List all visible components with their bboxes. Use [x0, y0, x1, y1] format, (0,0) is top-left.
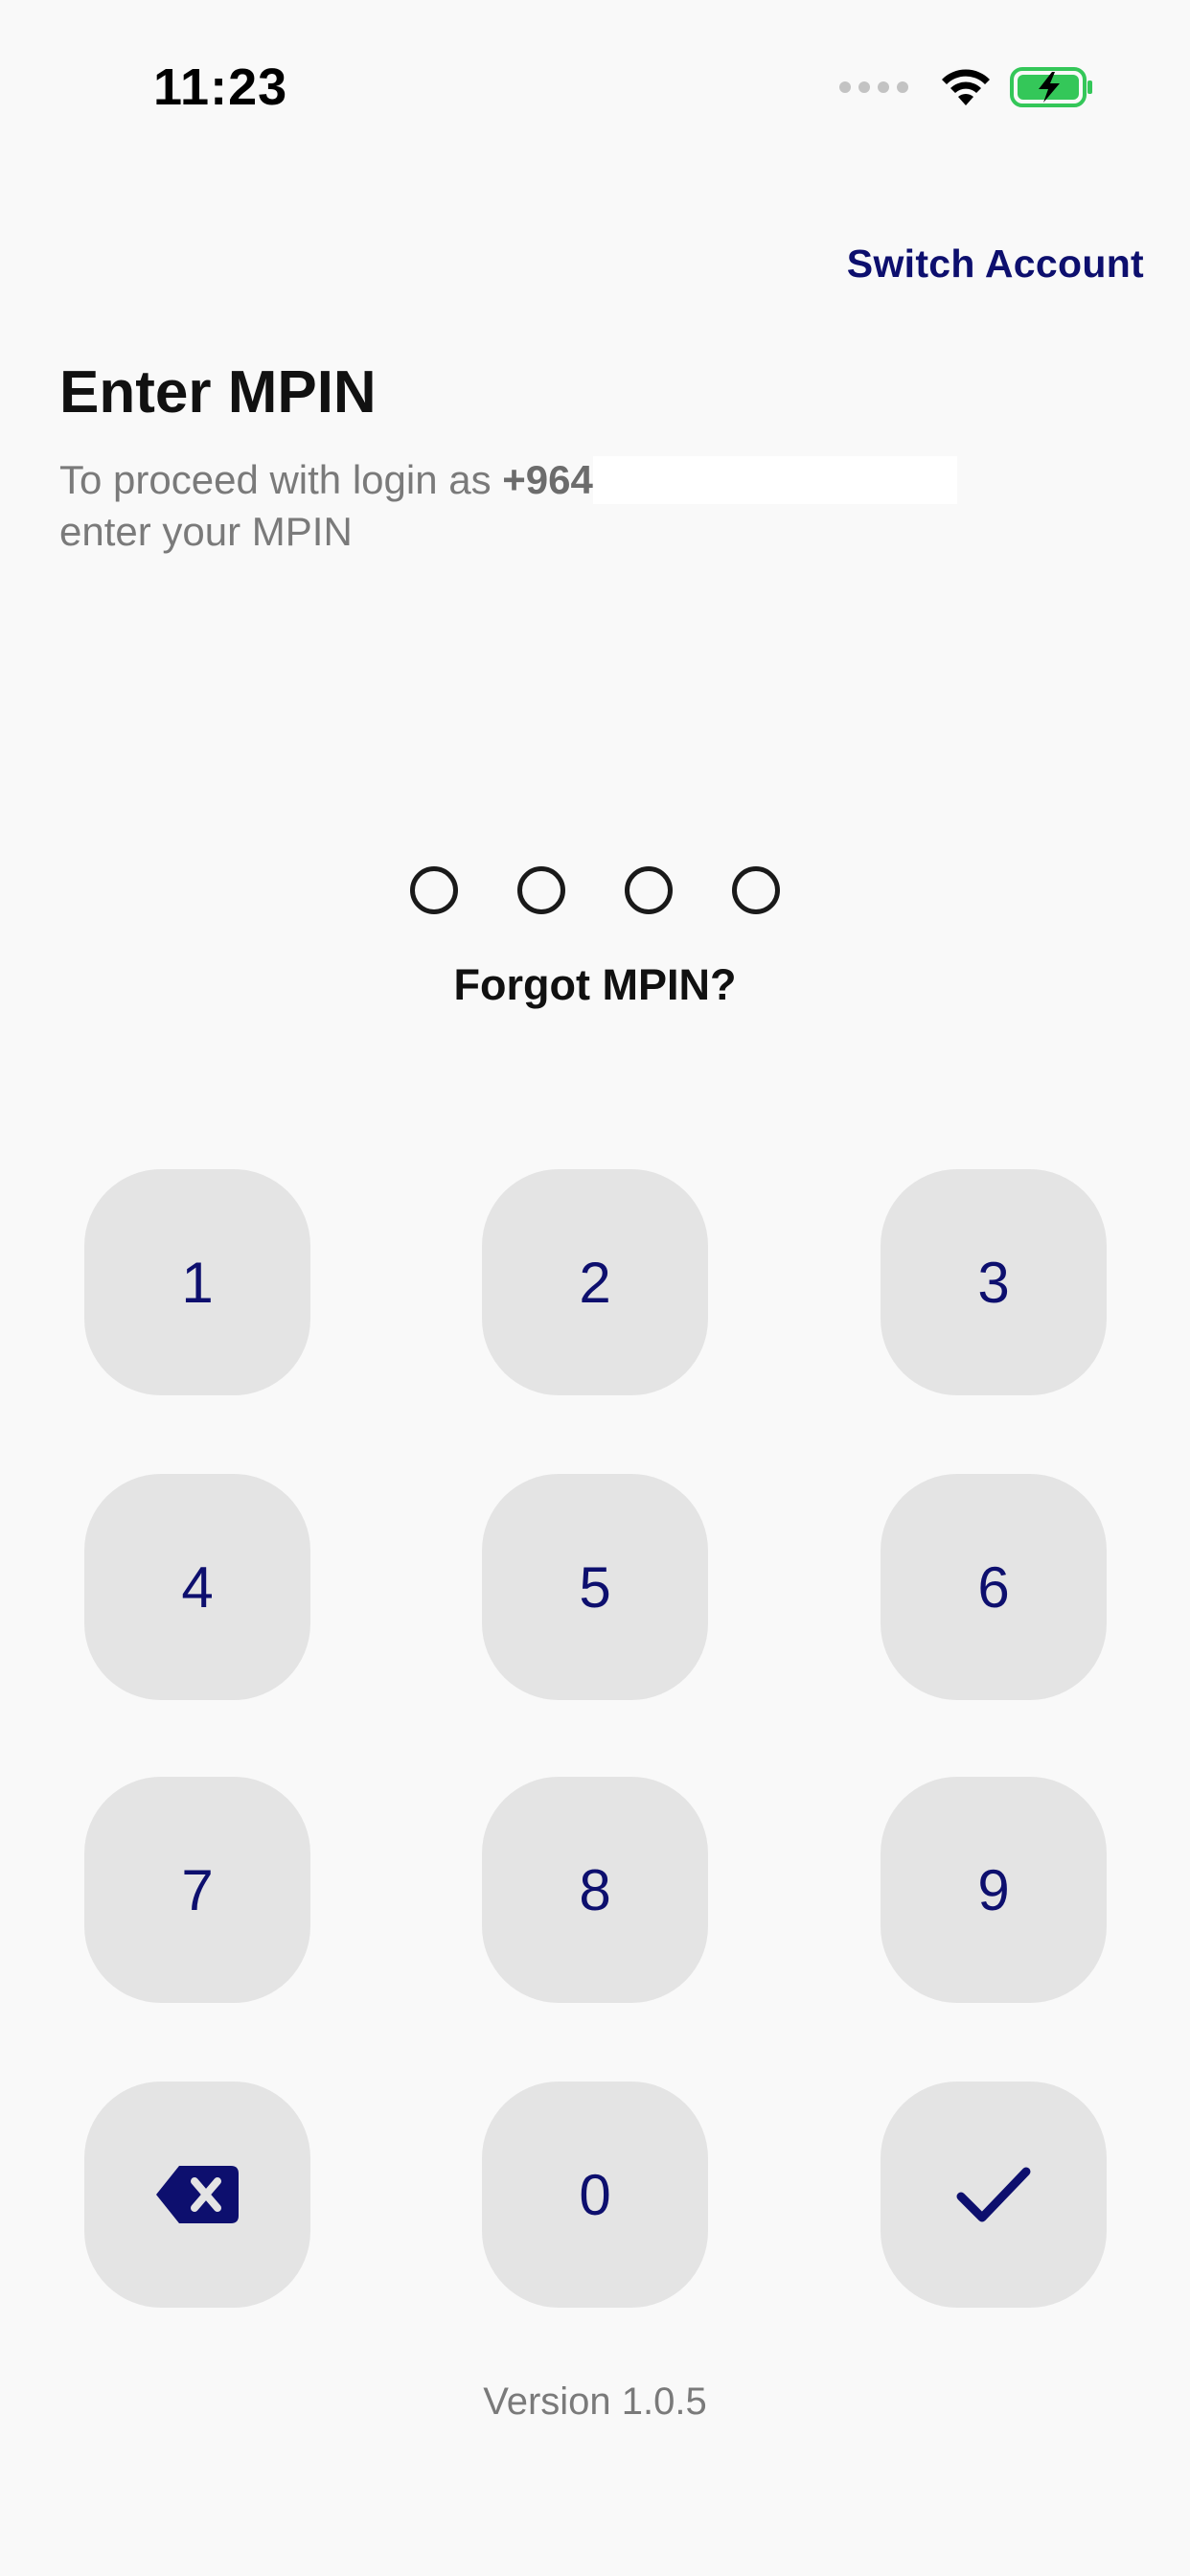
status-time: 11:23 [153, 58, 288, 116]
login-subtitle: To proceed with login as +964 enter your… [59, 454, 1018, 558]
pin-dot-empty [625, 866, 673, 914]
switch-account-link[interactable]: Switch Account [847, 242, 1144, 287]
subtitle-suffix: enter your MPIN [59, 509, 353, 554]
app-version: Version 1.0.5 [483, 2380, 707, 2423]
pin-indicator [0, 866, 1190, 914]
key-2[interactable]: 2 [482, 1169, 708, 1395]
mpin-screen: 11:23 Switch Account Enter MPIN To proce… [0, 0, 1190, 2576]
pin-dot-empty [732, 866, 780, 914]
key-7[interactable]: 7 [84, 1777, 310, 2003]
phone-prefix: +964 [502, 457, 593, 502]
signal-dots-icon [839, 81, 908, 93]
backspace-button[interactable] [84, 2082, 310, 2308]
page-title: Enter MPIN [59, 359, 377, 426]
subtitle-prefix: To proceed with login as [59, 457, 503, 502]
checkmark-icon [956, 2167, 1031, 2222]
backspace-icon [156, 2166, 239, 2223]
key-0[interactable]: 0 [482, 2082, 708, 2308]
redacted-phone-number [592, 455, 957, 504]
forgot-mpin-link[interactable]: Forgot MPIN? [0, 960, 1190, 1010]
battery-charging-icon [1010, 67, 1092, 107]
key-1[interactable]: 1 [84, 1169, 310, 1395]
key-9[interactable]: 9 [881, 1777, 1107, 2003]
pin-dot-empty [410, 866, 458, 914]
status-icons [839, 63, 1094, 111]
key-4[interactable]: 4 [84, 1474, 310, 1700]
key-8[interactable]: 8 [482, 1777, 708, 2003]
key-5[interactable]: 5 [482, 1474, 708, 1700]
pin-dot-empty [517, 866, 565, 914]
key-3[interactable]: 3 [881, 1169, 1107, 1395]
confirm-button[interactable] [881, 2082, 1107, 2308]
wifi-icon [942, 69, 990, 105]
key-6[interactable]: 6 [881, 1474, 1107, 1700]
